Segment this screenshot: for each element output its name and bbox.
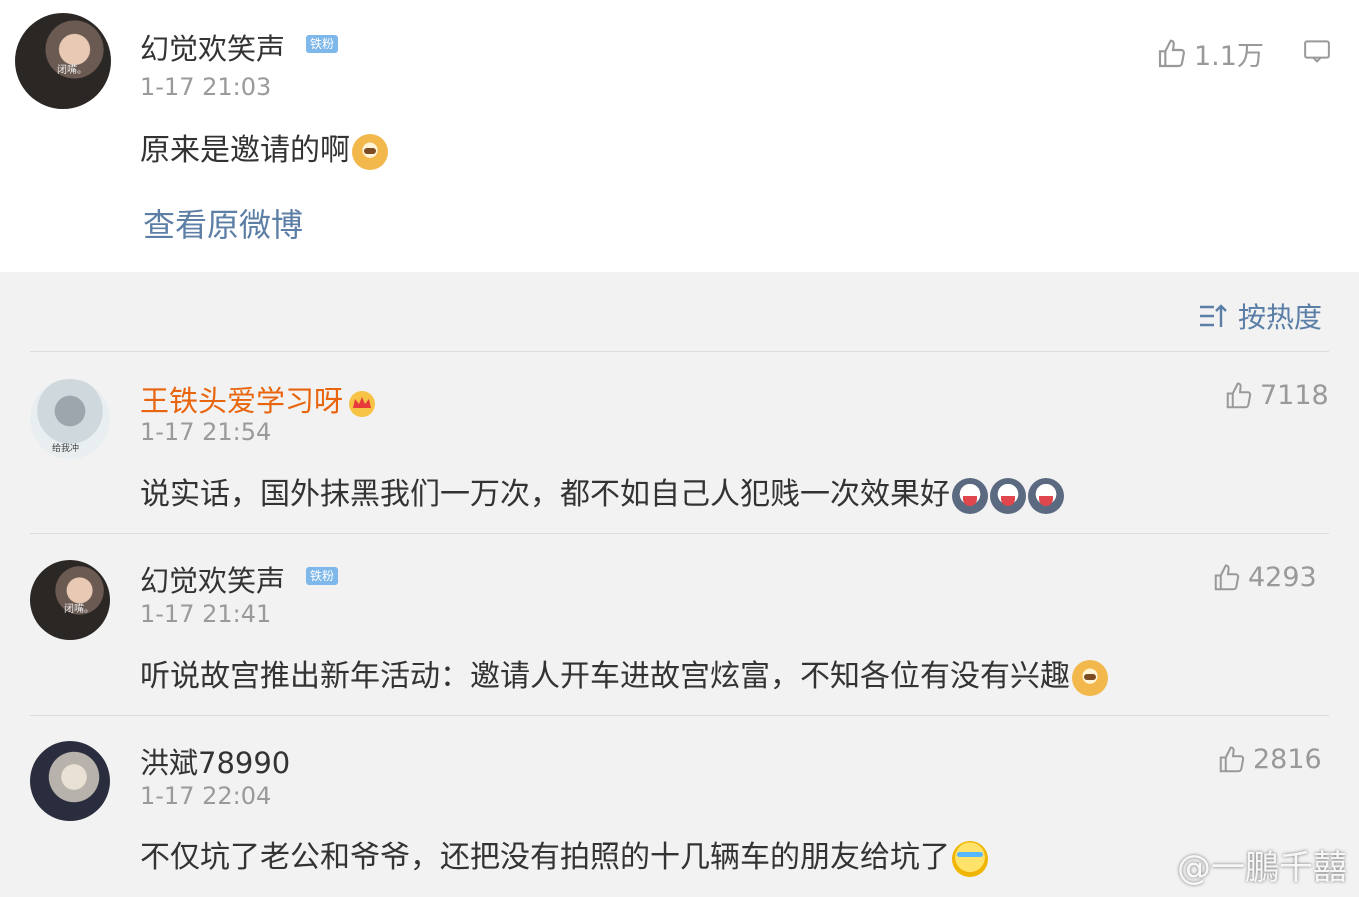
comment-like-count: 7118: [1260, 380, 1329, 411]
comment-like-button[interactable]: 2816: [1217, 744, 1322, 775]
comment-icon[interactable]: [1302, 37, 1332, 67]
fan-badge: 铁粉: [306, 567, 339, 585]
post-author-name[interactable]: 幻觉欢笑声: [140, 26, 285, 68]
doge-emoji-icon: [352, 133, 388, 170]
fan-badge: 铁粉: [306, 35, 339, 53]
comment-like-button[interactable]: 7118: [1224, 380, 1329, 411]
thumbs-up-icon: [1214, 563, 1240, 590]
watermark: @一鵬千囍: [1177, 848, 1347, 888]
post-author-avatar[interactable]: 闭嘴。: [15, 13, 111, 109]
view-original-link[interactable]: 查看原微博: [143, 200, 303, 246]
commenter-avatar[interactable]: [30, 741, 110, 821]
commenter-name[interactable]: 王铁头爱学习呀: [140, 378, 377, 420]
comment-text-content: 听说故宫推出新年活动：邀请人开车进故宫炫富，不知各位有没有兴趣: [140, 659, 1070, 694]
commenter-name-text: 王铁头爱学习呀: [140, 384, 344, 418]
divider: [30, 351, 1329, 352]
comment-text: 说实话，国外抹黑我们一万次，都不如自己人犯贱一次效果好: [140, 469, 1064, 514]
husky-emoji-icon: [952, 477, 988, 514]
comment-like-count: 4293: [1248, 562, 1317, 593]
divider: [30, 533, 1329, 534]
comment-time: 1-17 21:54: [140, 418, 272, 446]
comment-text-content: 说实话，国外抹黑我们一万次，都不如自己人犯贱一次效果好: [140, 477, 950, 512]
thumbs-up-icon: [1219, 745, 1245, 772]
thumbs-up-icon: [1158, 39, 1185, 67]
sort-label: 按热度: [1238, 301, 1323, 334]
comment-text: 不仅坑了老公和爷爷，还把没有拍照的十几辆车的朋友给坑了: [140, 832, 988, 877]
doge-emoji-icon: [1072, 659, 1108, 696]
post-like-count: 1.1万: [1194, 41, 1264, 72]
post-text: 原来是邀请的啊: [140, 125, 388, 170]
sort-by-hot-button[interactable]: 按热度: [1198, 296, 1322, 336]
post-like-button[interactable]: 1.1万: [1156, 34, 1264, 73]
cry-laugh-emoji-icon: [952, 840, 988, 877]
avatar-caption: 闭嘴。: [57, 65, 87, 76]
divider: [30, 715, 1329, 716]
comment-text-content: 不仅坑了老公和爷爷，还把没有拍照的十几辆车的朋友给坑了: [140, 840, 950, 875]
thumbs-up-icon: [1226, 381, 1252, 408]
comment-time: 1-17 22:04: [140, 782, 272, 810]
comment-like-count: 2816: [1253, 744, 1322, 775]
post-text-content: 原来是邀请的啊: [140, 133, 350, 168]
commenter-name[interactable]: 洪斌78990: [140, 740, 290, 782]
husky-emoji-icon: [1028, 477, 1064, 514]
post-time: 1-17 21:03: [140, 73, 272, 101]
comment-text: 听说故宫推出新年活动：邀请人开车进故宫炫富，不知各位有没有兴趣: [140, 651, 1108, 696]
avatar-caption: 闭嘴。: [64, 604, 94, 615]
original-post: 闭嘴。 幻觉欢笑声 铁粉 1-17 21:03 原来是邀请的啊 查看原微博 1.…: [0, 0, 1359, 272]
commenter-name[interactable]: 幻觉欢笑声: [140, 558, 285, 600]
comment-like-button[interactable]: 4293: [1212, 562, 1317, 593]
crown-icon: [349, 391, 376, 417]
commenter-avatar[interactable]: 给我冲: [30, 379, 110, 459]
avatar-caption: 给我冲: [52, 444, 80, 454]
commenter-avatar[interactable]: 闭嘴。: [30, 560, 110, 640]
sort-lines-icon: [1200, 304, 1227, 327]
husky-emoji-icon: [990, 477, 1026, 514]
comment-time: 1-17 21:41: [140, 600, 272, 628]
